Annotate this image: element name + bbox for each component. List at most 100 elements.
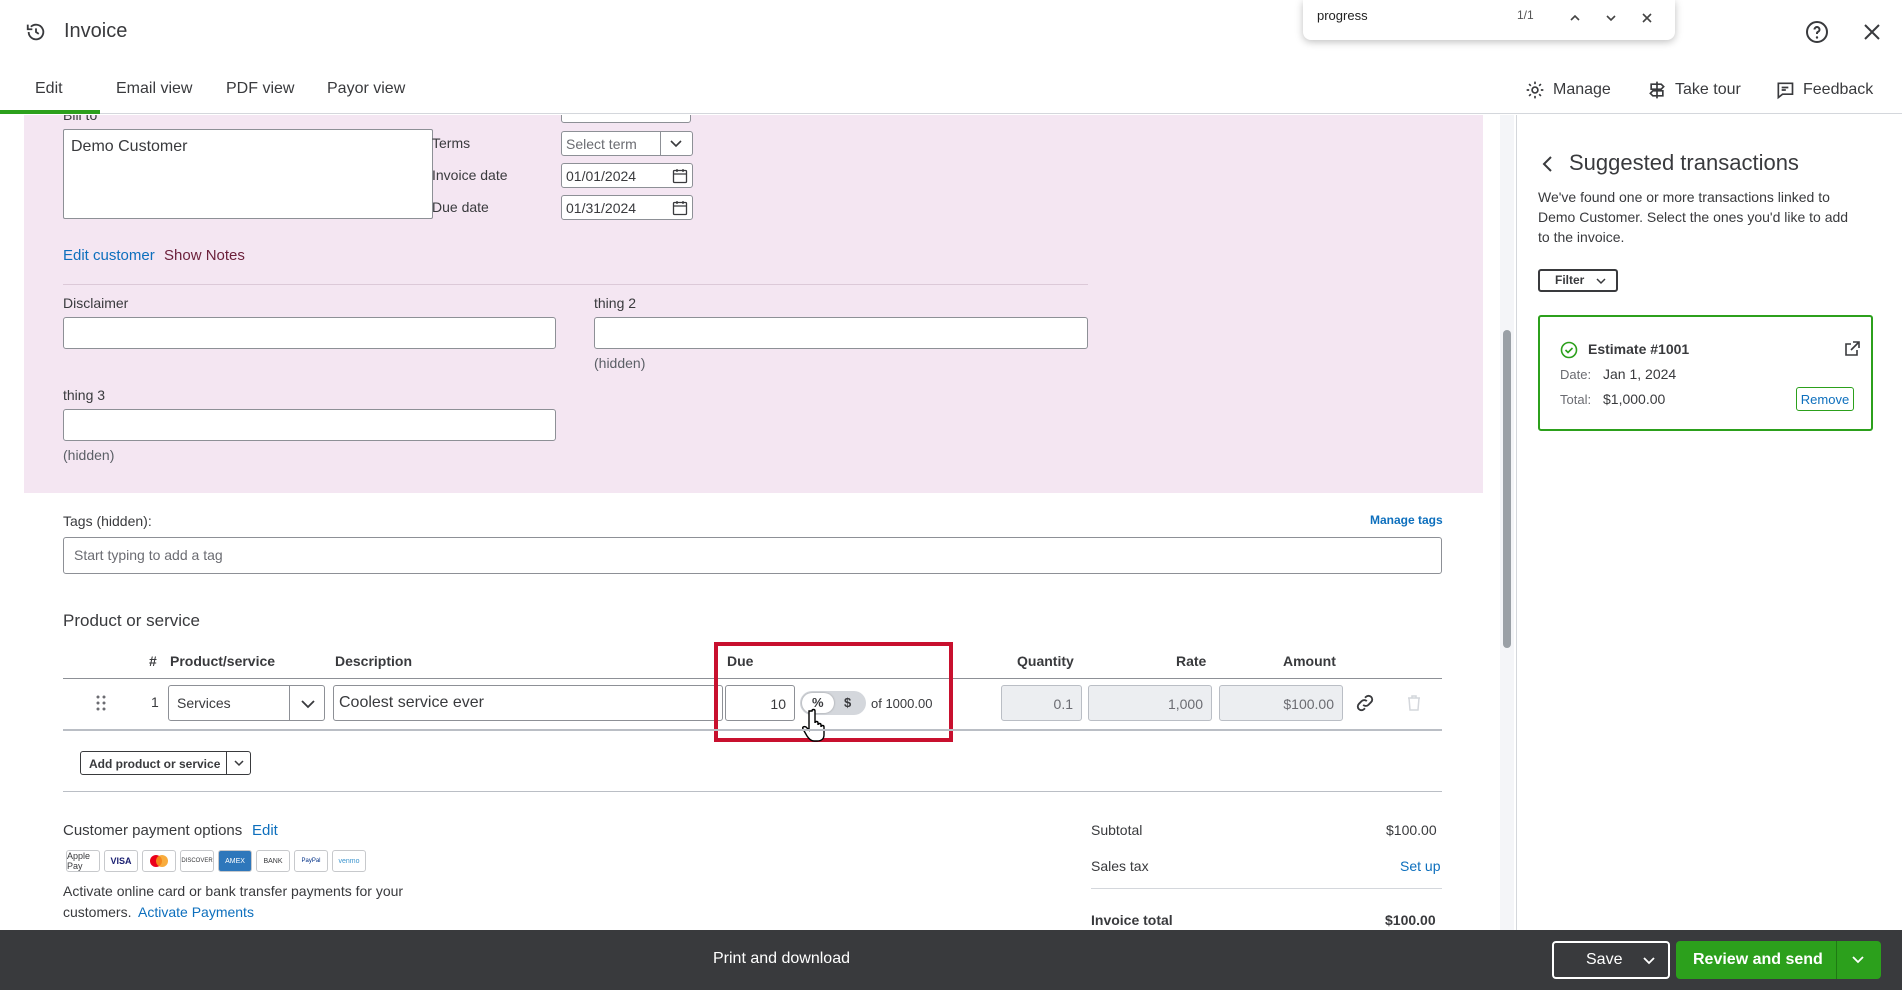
find-close-button[interactable]: [1635, 6, 1659, 30]
terms-label: Terms: [432, 135, 471, 151]
help-icon[interactable]: [1805, 20, 1829, 44]
chevron-left-icon[interactable]: [1541, 155, 1555, 173]
edit-customer-link[interactable]: Edit customer: [63, 247, 155, 264]
description-field[interactable]: Coolest service ever: [333, 685, 723, 721]
invoice-total-label: Invoice total: [1091, 912, 1173, 928]
suggested-transactions-panel: Suggested transactions We've found one o…: [1516, 115, 1902, 930]
row-number: 1: [151, 694, 159, 710]
calendar-icon[interactable]: [672, 168, 688, 184]
sales-tax-setup-link[interactable]: Set up: [1400, 858, 1440, 874]
due-date-field[interactable]: 01/31/2024: [561, 195, 693, 220]
tags-input[interactable]: Start typing to add a tag: [63, 537, 1442, 574]
tags-label: Tags (hidden):: [63, 513, 152, 529]
previous-field[interactable]: [561, 115, 691, 123]
applepay-icon: Apple Pay: [66, 850, 100, 872]
show-notes-link[interactable]: Show Notes: [164, 247, 245, 264]
history-icon[interactable]: [25, 21, 47, 43]
product-value: Services: [177, 695, 231, 711]
find-next-button[interactable]: [1599, 6, 1623, 30]
find-count: 1/1: [1517, 8, 1534, 22]
product-select[interactable]: Services: [168, 685, 325, 721]
discover-icon: DISCOVER: [180, 850, 214, 872]
mastercard-icon: [142, 850, 176, 872]
product-heading: Product or service: [63, 611, 200, 630]
sales-tax-label: Sales tax: [1091, 858, 1149, 874]
estimate-total-label: Total:: [1560, 392, 1592, 407]
panel-description-line: to the invoice.: [1538, 229, 1625, 245]
amount-field[interactable]: $100.00: [1219, 685, 1343, 721]
thing3-field[interactable]: [63, 409, 556, 441]
check-circle-icon: [1560, 341, 1578, 359]
close-icon: [1642, 13, 1652, 23]
chevron-up-icon: [1570, 14, 1580, 21]
manage-tags-link[interactable]: Manage tags: [1370, 513, 1443, 527]
feedback-icon: [1777, 82, 1794, 100]
scrollbar-thumb[interactable]: [1503, 330, 1511, 648]
thing2-field[interactable]: [594, 317, 1088, 349]
chevron-down-icon: [670, 140, 682, 148]
estimate-card[interactable]: Estimate #1001 Date: Jan 1, 2024 Total: …: [1538, 315, 1873, 431]
review-and-send-button[interactable]: Review and send: [1676, 941, 1881, 979]
thing3-hidden-note: (hidden): [63, 447, 115, 463]
chevron-down-icon[interactable]: [1642, 955, 1656, 967]
calendar-icon[interactable]: [672, 200, 688, 216]
panel-description-line: We've found one or more transactions lin…: [1538, 189, 1830, 205]
bill-to-field[interactable]: Demo Customer: [63, 129, 433, 219]
disclaimer-field[interactable]: [63, 317, 556, 349]
view-tabs: Edit Email view PDF view Payor view Mana…: [0, 66, 1902, 114]
estimate-title: Estimate #1001: [1588, 341, 1690, 357]
filter-button[interactable]: Filter: [1538, 269, 1618, 292]
find-input[interactable]: progress: [1317, 8, 1517, 23]
find-previous-button[interactable]: [1563, 6, 1587, 30]
gear-icon: [1526, 81, 1544, 99]
estimate-date: Jan 1, 2024: [1603, 366, 1677, 382]
trash-icon[interactable]: [1405, 694, 1423, 712]
bank-icon: BANK: [256, 850, 290, 872]
panel-description-line: Demo Customer. Select the ones you'd lik…: [1538, 209, 1849, 225]
quantity-field[interactable]: 0.1: [1001, 685, 1082, 721]
drag-handle-icon[interactable]: [96, 695, 106, 711]
hand-cursor-icon: [802, 708, 825, 742]
link-icon[interactable]: [1354, 692, 1376, 714]
terms-select[interactable]: Select term: [561, 131, 693, 156]
col-quantity: Quantity: [1017, 653, 1074, 669]
take-tour-button[interactable]: Take tour: [1647, 80, 1741, 100]
payment-methods: Apple Pay VISA DISCOVER AMEX BANK PayPal…: [66, 850, 366, 872]
payment-note-line1: Activate online card or bank transfer pa…: [63, 883, 404, 899]
invoice-date-field[interactable]: 01/01/2024: [561, 163, 693, 188]
chevron-down-icon: [1596, 278, 1606, 285]
tags-placeholder: Start typing to add a tag: [74, 547, 223, 563]
add-product-button[interactable]: Add product or service: [80, 751, 251, 775]
divider: [63, 284, 1088, 285]
payment-edit-link[interactable]: Edit: [252, 822, 278, 839]
invoice-form: Bill to Demo Customer Edit customer Show…: [24, 115, 1483, 930]
tab-pdf-view[interactable]: PDF view: [226, 80, 294, 98]
tab-email-view[interactable]: Email view: [116, 80, 192, 98]
subtotal-value: $100.00: [1386, 822, 1437, 838]
page-title: Invoice: [64, 20, 128, 42]
print-and-download-button[interactable]: Print and download: [713, 950, 850, 968]
venmo-icon: venmo: [332, 850, 366, 872]
manage-button[interactable]: Manage: [1525, 80, 1611, 100]
close-icon[interactable]: [1860, 20, 1884, 44]
col-description: Description: [335, 653, 413, 669]
chevron-down-icon[interactable]: [233, 758, 245, 768]
remove-button[interactable]: Remove: [1796, 387, 1854, 411]
save-button[interactable]: Save: [1552, 941, 1670, 979]
invoice-total-value: $100.00: [1385, 912, 1436, 928]
thing2-label: thing 2: [594, 295, 637, 311]
bill-to-text: Demo Customer: [71, 138, 188, 155]
rate-field[interactable]: 1,000: [1088, 685, 1212, 721]
chevron-down-icon[interactable]: [1851, 954, 1865, 966]
tab-edit[interactable]: Edit: [35, 80, 63, 98]
review-and-send-label: Review and send: [1693, 951, 1823, 968]
activate-payments-link[interactable]: Activate Payments: [138, 904, 254, 920]
feedback-button[interactable]: Feedback: [1775, 80, 1873, 100]
due-date-value: 01/31/2024: [566, 200, 637, 216]
col-product: Product/service: [170, 653, 276, 669]
thing3-label: thing 3: [63, 387, 106, 403]
tab-payor-view[interactable]: Payor view: [327, 80, 405, 98]
active-tab-indicator: [0, 110, 100, 114]
external-link-icon[interactable]: [1843, 340, 1861, 358]
amount-value: $100.00: [1283, 696, 1334, 712]
